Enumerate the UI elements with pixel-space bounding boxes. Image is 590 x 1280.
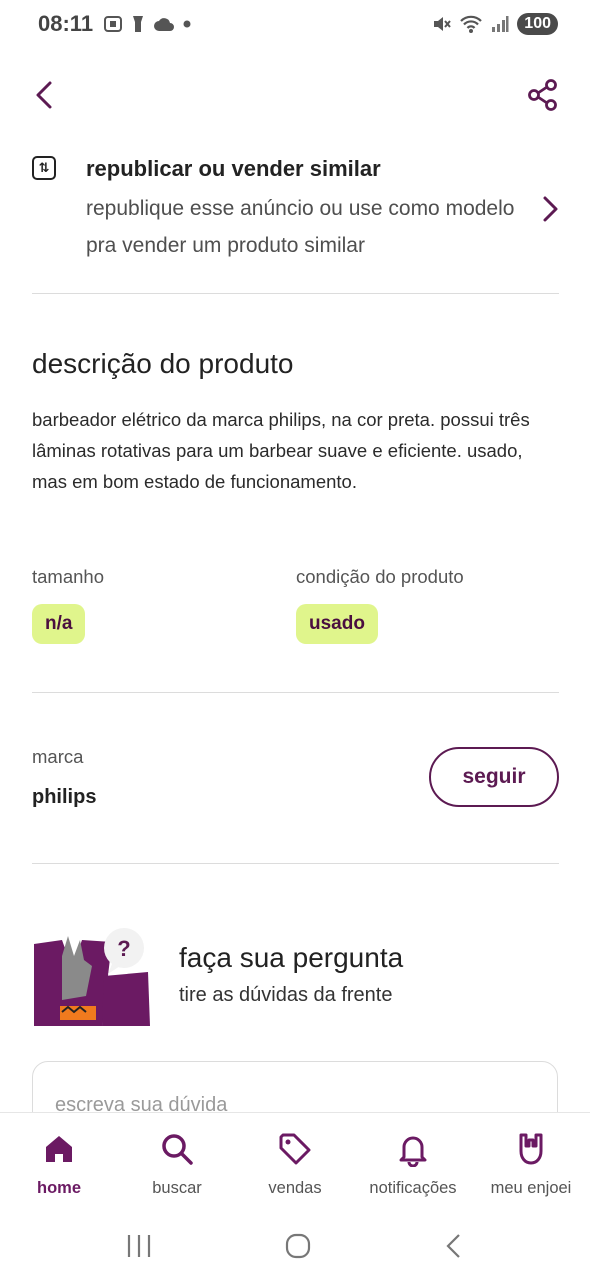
battery-indicator: 100 — [517, 13, 558, 35]
recent-apps-icon[interactable] — [125, 1233, 153, 1259]
rock-hand-icon — [519, 1133, 543, 1165]
top-nav — [0, 70, 590, 120]
brand-label: marca — [32, 746, 84, 767]
description-text: barbeador elétrico da marca philips, na … — [32, 409, 530, 492]
condition-badge: usado — [296, 604, 378, 644]
cloud-icon — [154, 18, 175, 31]
back-arrow-icon[interactable] — [30, 78, 60, 112]
question-illustration: ? — [34, 928, 150, 1026]
divider — [32, 692, 559, 693]
system-back-icon[interactable] — [443, 1232, 465, 1260]
tab-sales[interactable]: vendas — [236, 1113, 354, 1212]
dot-icon — [183, 20, 191, 28]
flashlight-icon — [133, 16, 144, 32]
chevron-right-icon — [543, 196, 558, 222]
home-button-icon[interactable] — [284, 1232, 312, 1260]
tab-search[interactable]: buscar — [118, 1113, 236, 1212]
brand-value: philips — [32, 786, 97, 808]
republish-icon: ⇅ — [32, 156, 56, 180]
mute-icon — [434, 17, 452, 31]
share-icon[interactable] — [526, 78, 560, 112]
description-title: descrição do produto — [32, 348, 294, 379]
search-icon — [162, 1134, 193, 1165]
tab-label: notificações — [369, 1179, 457, 1197]
bottom-tab-bar: home buscar vendas notificações meu enjo… — [0, 1112, 590, 1212]
status-icons — [103, 14, 191, 34]
wifi-icon — [460, 15, 483, 33]
tag-icon — [279, 1133, 311, 1165]
question-subtitle: tire as dúvidas da frente — [179, 984, 393, 1006]
tab-label: meu enjoei — [490, 1179, 572, 1197]
screenshot-icon — [104, 16, 123, 32]
size-label: tamanho — [32, 566, 104, 587]
status-left: 08:11 — [38, 11, 191, 37]
status-bar: 08:11 100 — [0, 0, 590, 48]
tab-home[interactable]: home — [0, 1113, 118, 1212]
tab-label: vendas — [268, 1179, 322, 1197]
system-nav-bar — [0, 1212, 590, 1280]
status-right: 100 — [431, 13, 558, 35]
bell-icon — [399, 1136, 427, 1167]
republish-title: republicar ou vender similar — [86, 156, 381, 181]
tab-notifications[interactable]: notificações — [354, 1113, 472, 1212]
question-title: faça sua pergunta — [179, 942, 404, 973]
size-badge: n/a — [32, 604, 86, 644]
tab-my-enjoei[interactable]: meu enjoei — [472, 1113, 590, 1212]
status-time: 08:11 — [38, 11, 94, 36]
home-icon — [46, 1136, 72, 1162]
signal-icon — [492, 16, 509, 32]
divider — [32, 863, 559, 864]
tab-label: home — [36, 1179, 81, 1197]
svg-text:?: ? — [117, 936, 130, 961]
divider — [32, 293, 559, 294]
tab-label: buscar — [152, 1179, 202, 1197]
republish-description: republique esse anúncio ou use como mode… — [86, 197, 515, 257]
condition-label: condição do produto — [296, 566, 464, 587]
follow-button[interactable]: seguir — [429, 747, 559, 807]
republish-row[interactable]: ⇅ republicar ou vender similar republiqu… — [30, 152, 560, 262]
